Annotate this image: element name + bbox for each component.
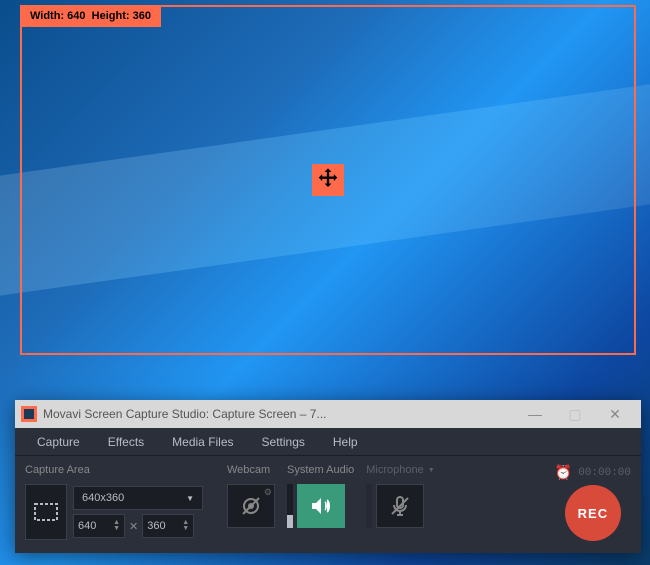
record-button[interactable]: REC (565, 485, 621, 541)
timer-display: 00:00:00 (578, 467, 631, 479)
dimensions-badge: Width: 640 Height: 360 (20, 5, 161, 27)
menu-capture[interactable]: Capture (23, 435, 94, 449)
system-audio-label: System Audio (287, 464, 354, 476)
microphone-dropdown[interactable]: Microphone ▼ (366, 464, 434, 476)
move-icon (314, 166, 342, 194)
height-value: 360 (147, 520, 165, 532)
chevron-down-icon: ▼ (186, 494, 194, 503)
capture-mode-button[interactable] (25, 484, 67, 540)
webcam-label: Webcam (227, 464, 275, 476)
chevron-down-icon: ▼ (428, 467, 435, 474)
system-audio-toggle[interactable] (297, 484, 345, 528)
system-audio-volume-slider[interactable] (287, 484, 293, 528)
microphone-section: Microphone ▼ (366, 464, 434, 528)
clock-icon[interactable]: ⏰ (555, 464, 572, 481)
menu-media-files[interactable]: Media Files (158, 435, 247, 449)
menubar: Capture Effects Media Files Settings Hel… (15, 428, 641, 456)
menu-effects[interactable]: Effects (94, 435, 158, 449)
gear-icon[interactable]: ⚙ (264, 487, 272, 498)
width-spinner[interactable]: ▲▼ (113, 520, 120, 532)
width-label: Width: 640 (30, 10, 86, 22)
rectangle-select-icon (34, 503, 58, 521)
preset-dropdown[interactable]: 640x360 ▼ (73, 486, 203, 510)
menu-help[interactable]: Help (319, 435, 372, 449)
move-handle[interactable] (312, 164, 344, 196)
capture-frame[interactable]: Width: 640 Height: 360 (20, 5, 636, 355)
minimize-button[interactable]: — (515, 400, 555, 428)
system-audio-section: System Audio (287, 464, 354, 528)
microphone-toggle[interactable] (376, 484, 424, 528)
record-section: ⏰ 00:00:00 REC (555, 464, 631, 541)
preset-value: 640x360 (82, 492, 124, 504)
close-button[interactable]: ✕ (595, 400, 635, 428)
capture-area-section: Capture Area 640x360 ▼ 640 ▲▼ ✕ (25, 464, 215, 540)
height-input[interactable]: 360 ▲▼ (142, 514, 194, 538)
capture-area-label: Capture Area (25, 464, 215, 476)
window-title: Movavi Screen Capture Studio: Capture Sc… (43, 407, 515, 421)
record-label: REC (578, 506, 608, 521)
microphone-label: Microphone (366, 464, 423, 476)
width-input[interactable]: 640 ▲▼ (73, 514, 125, 538)
height-spinner[interactable]: ▲▼ (182, 520, 189, 532)
webcam-off-icon (239, 494, 263, 518)
toolbar: Capture Area 640x360 ▼ 640 ▲▼ ✕ (15, 456, 641, 553)
app-icon (21, 406, 37, 422)
width-value: 640 (78, 520, 96, 532)
microphone-off-icon (388, 494, 412, 518)
height-label: Height: 360 (92, 10, 151, 22)
titlebar[interactable]: Movavi Screen Capture Studio: Capture Sc… (15, 400, 641, 428)
webcam-section: Webcam ⚙ (227, 464, 275, 528)
microphone-volume-slider[interactable] (366, 484, 372, 528)
maximize-button[interactable]: ▢ (555, 400, 595, 428)
menu-settings[interactable]: Settings (248, 435, 319, 449)
x-separator: ✕ (129, 520, 138, 533)
app-window: Movavi Screen Capture Studio: Capture Sc… (15, 400, 641, 553)
webcam-toggle[interactable]: ⚙ (227, 484, 275, 528)
speaker-icon (309, 494, 333, 518)
